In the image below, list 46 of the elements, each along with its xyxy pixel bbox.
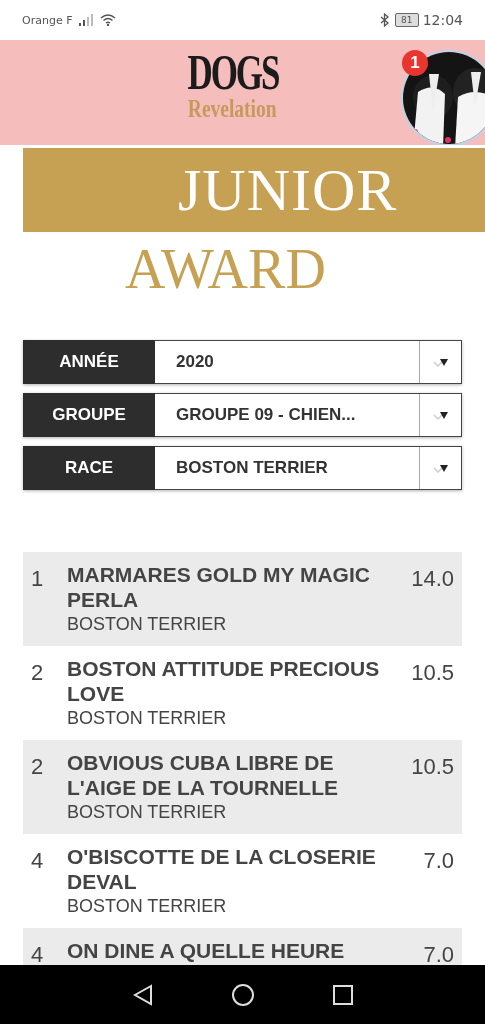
notification-badge: 1 (402, 50, 428, 76)
banner-title: JUNIOR (178, 155, 398, 225)
select-dropdown[interactable]: 2020 (155, 340, 462, 384)
wifi-icon (100, 14, 117, 26)
rank-number: 2 (31, 659, 45, 687)
dog-name: OBVIOUS CUBA LIBRE DE L'AIGE DE LA TOURNELLE (67, 750, 339, 800)
dog-name: BOSTON ATTITUDE PRECIOUS LOVE (67, 656, 381, 706)
dog-breed: BOSTON TERRIER (67, 895, 227, 918)
filter-label: RACE (23, 446, 155, 490)
score: 7.0 (422, 847, 454, 875)
select-dropdown[interactable]: BOSTON TERRIER (155, 446, 462, 490)
carrier-name: Orange F (22, 13, 73, 27)
dog-name: ON DINE A QUELLE HEURE (67, 938, 345, 963)
caret-icon (432, 409, 449, 421)
rank-number: 1 (31, 565, 45, 593)
recents-icon[interactable] (332, 984, 353, 1005)
dog-breed: BOSTON TERRIER (67, 801, 227, 824)
ranking-row[interactable]: 4 ON DINE A QUELLE HEURE 7.0 (23, 928, 462, 965)
ranking-row[interactable]: 2 BOSTON ATTITUDE PRECIOUS LOVE BOSTON TERRIER 10.5 (23, 646, 462, 740)
home-icon[interactable] (230, 982, 255, 1007)
rank-number: 2 (31, 753, 45, 781)
logo-title[interactable]: DOGS (187, 48, 278, 96)
caret-icon (432, 356, 449, 368)
ranking-row[interactable]: 2 OBVIOUS CUBA LIBRE DE L'AIGE DE LA TOURNELLE BOSTON TERRIER 10.5 (23, 740, 462, 834)
clock: 12:04 (422, 12, 463, 28)
filter-label: GROUPE (23, 393, 155, 437)
bluetooth-icon (379, 13, 389, 27)
score: 14.0 (410, 565, 454, 593)
score: 10.5 (410, 753, 454, 781)
dog-name: O'BISCOTTE DE LA CLOSERIE DEVAL (67, 844, 377, 894)
back-icon[interactable] (132, 983, 153, 1006)
battery-icon: 81 (394, 13, 419, 27)
dog-breed: BOSTON TERRIER (67, 613, 227, 636)
ranking-row[interactable]: 1 MARMARES GOLD MY MAGIC PERLA BOSTON TERRIER 14.0 (23, 552, 462, 646)
banner-subtitle: AWARD (124, 237, 327, 302)
signal-icon (78, 14, 95, 26)
rank-number: 4 (31, 941, 45, 965)
rank-number: 4 (31, 847, 45, 875)
score: 10.5 (410, 659, 454, 687)
ranking-row[interactable]: 4 O'BISCOTTE DE LA CLOSERIE DEVAL BOSTON TERRIER 7.0 (23, 834, 462, 928)
score: 7.0 (422, 941, 454, 965)
filter-label: ANNÉE (23, 340, 155, 384)
dog-breed: BOSTON TERRIER (67, 707, 227, 730)
dog-name: MARMARES GOLD MY MAGIC PERLA (67, 562, 371, 612)
caret-icon (432, 462, 449, 474)
select-dropdown[interactable]: GROUPE 09 - CHIEN... (155, 393, 462, 437)
